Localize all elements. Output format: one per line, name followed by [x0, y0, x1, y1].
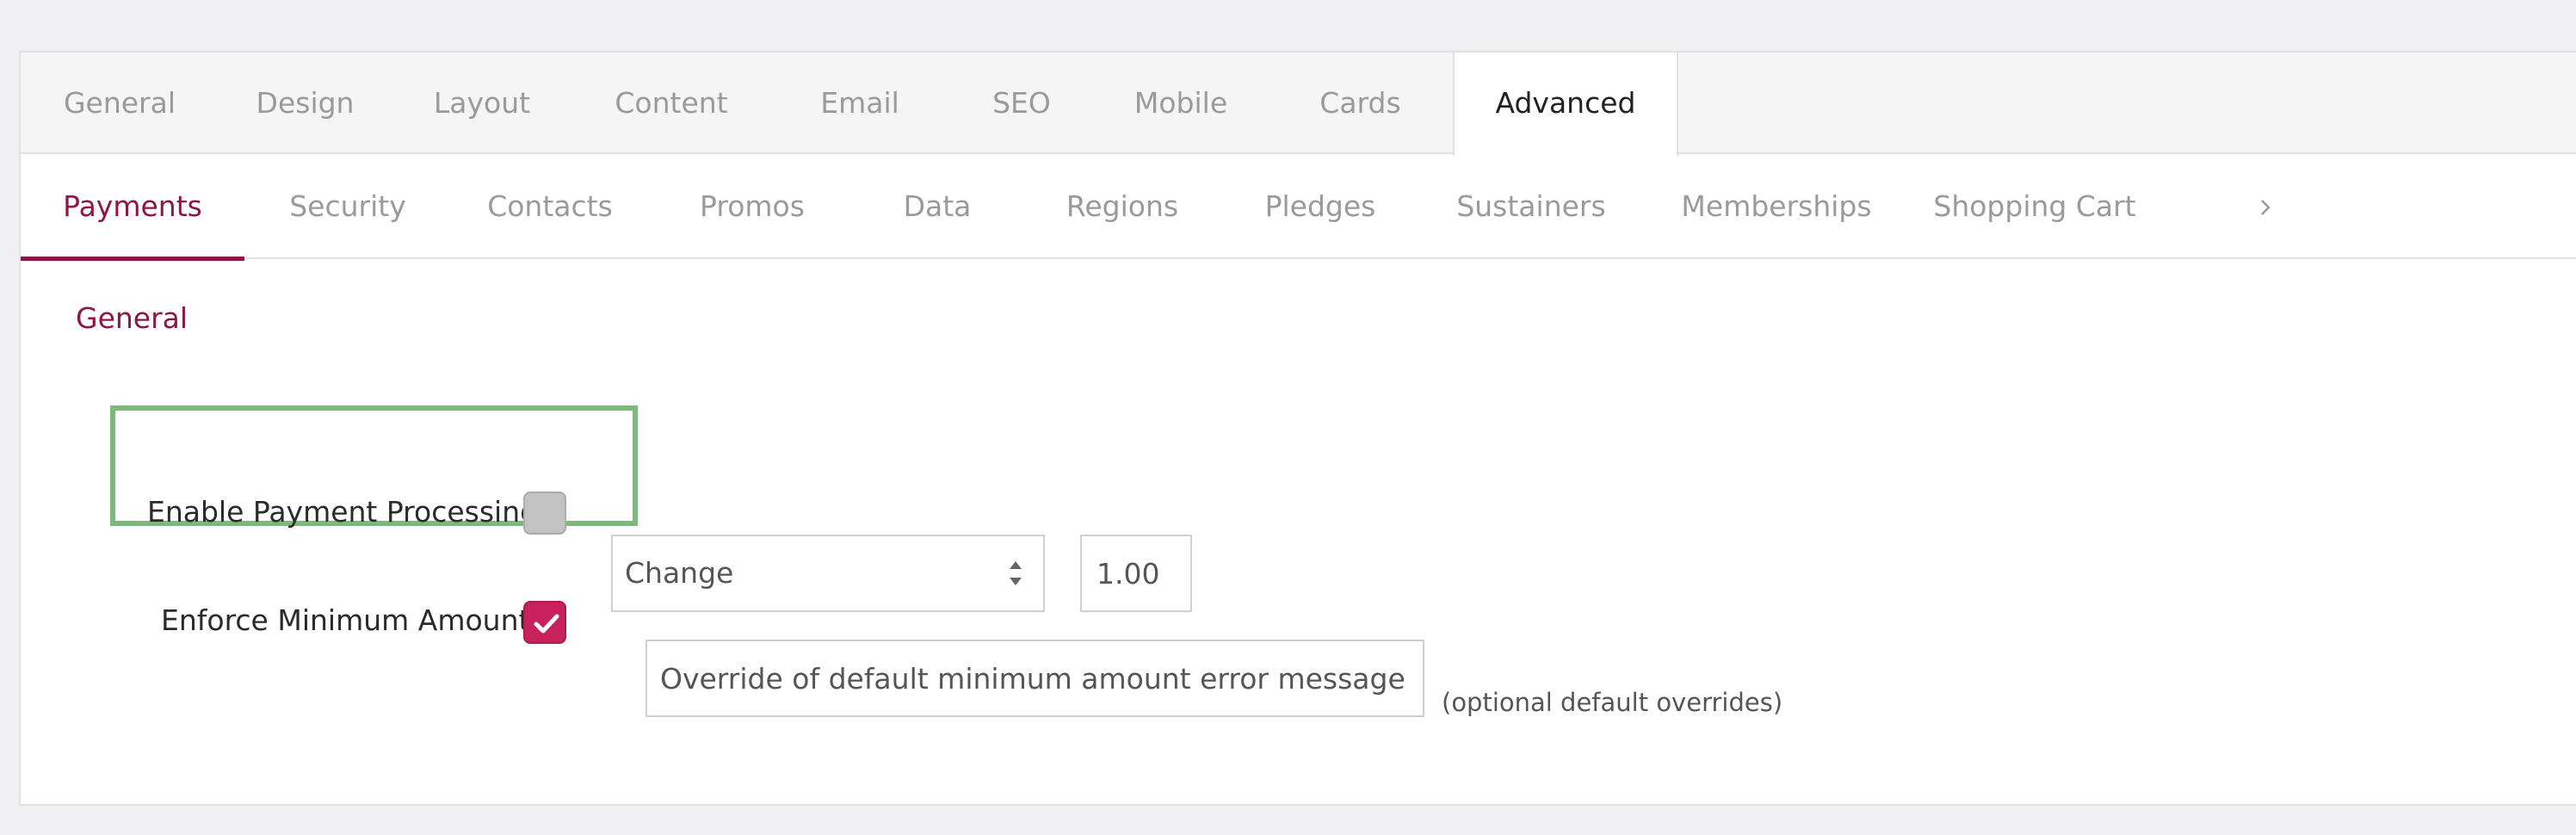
enable-payment-processing-checkbox[interactable]: [523, 492, 566, 535]
subtab-memberships[interactable]: Memberships: [1647, 154, 1906, 259]
settings-panel: General Design Layout Content Email SEO …: [19, 51, 2576, 806]
minimum-amount-input[interactable]: [1080, 535, 1192, 612]
sub-tab-bar: Payments Security Contacts Promos Data R…: [21, 154, 2576, 261]
more-tabs-button[interactable]: [2241, 154, 2293, 259]
subtab-regions[interactable]: Regions: [1019, 154, 1226, 259]
subtab-contacts[interactable]: Contacts: [451, 154, 649, 259]
subtab-security[interactable]: Security: [244, 154, 451, 259]
chevron-right-icon: [2261, 200, 2270, 215]
subtab-sustainers[interactable]: Sustainers: [1415, 154, 1647, 259]
subtab-data[interactable]: Data: [856, 154, 1019, 259]
select-value: Change: [625, 556, 734, 590]
subtab-promos[interactable]: Promos: [649, 154, 856, 259]
checkmark-icon: [534, 614, 559, 634]
enable-payment-processing-label: Enable Payment Processing: [147, 495, 539, 529]
tab-layout[interactable]: Layout: [392, 53, 572, 154]
tab-content[interactable]: Content: [572, 53, 770, 154]
top-tab-bar: General Design Layout Content Email SEO …: [21, 53, 2576, 156]
subtab-pledges[interactable]: Pledges: [1226, 154, 1415, 259]
tab-advanced[interactable]: Advanced: [1453, 53, 1678, 156]
tab-mobile[interactable]: Mobile: [1094, 53, 1268, 154]
subtab-payments[interactable]: Payments: [21, 154, 244, 261]
subtab-shopping-cart[interactable]: Shopping Cart: [1906, 154, 2164, 259]
enforce-minimum-amount-label: Enforce Minimum Amount: [161, 603, 530, 637]
enforce-minimum-amount-checkbox[interactable]: [523, 601, 566, 644]
tab-email[interactable]: Email: [770, 53, 949, 154]
tab-general[interactable]: General: [21, 53, 219, 154]
optional-overrides-hint: (optional default overrides): [1442, 688, 1783, 717]
tab-design[interactable]: Design: [219, 53, 392, 154]
section-title: General: [76, 301, 188, 335]
minimum-amount-type-select[interactable]: Change: [611, 535, 1045, 612]
tab-cards[interactable]: Cards: [1268, 53, 1453, 154]
tab-seo[interactable]: SEO: [949, 53, 1094, 154]
minimum-amount-error-message-input[interactable]: [646, 640, 1424, 717]
sort-arrows-icon: [1010, 561, 1022, 585]
